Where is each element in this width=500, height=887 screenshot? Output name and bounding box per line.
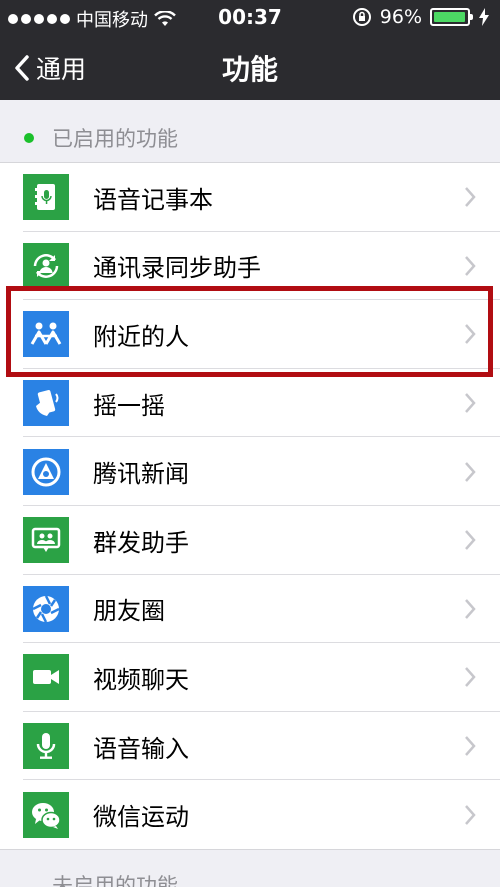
feature-label: 腾讯新闻 bbox=[93, 460, 189, 489]
feature-label: 微信运动 bbox=[93, 803, 189, 832]
chevron-right-icon bbox=[465, 461, 476, 482]
feature-row-voice-notepad[interactable]: 语音记事本 bbox=[0, 163, 500, 232]
page-title: 功能 bbox=[221, 53, 278, 86]
feature-row-voice-input[interactable]: 语音输入 bbox=[0, 712, 500, 781]
feature-row-video-chat[interactable]: 视频聊天 bbox=[0, 643, 500, 712]
charging-bolt-icon bbox=[479, 8, 489, 26]
battery-icon bbox=[430, 8, 473, 26]
section-header-disabled: 未启用的功能 bbox=[52, 874, 178, 887]
feature-row-tencent-news[interactable]: 腾讯新闻 bbox=[0, 437, 500, 506]
feature-row-wechat-sport[interactable]: 微信运动 bbox=[0, 780, 500, 849]
feature-label: 朋友圈 bbox=[93, 597, 165, 626]
shake-icon bbox=[23, 380, 69, 427]
status-bar: 中国移动 00:37 96% bbox=[0, 0, 500, 34]
section-title: 已启用的功能 bbox=[52, 127, 178, 151]
chevron-right-icon bbox=[465, 804, 476, 825]
feature-label: 通讯录同步助手 bbox=[93, 254, 261, 283]
navigation-bar: 通用 功能 bbox=[0, 34, 500, 100]
battery-level bbox=[434, 12, 465, 22]
chevron-right-icon bbox=[465, 667, 476, 688]
feature-row-shake[interactable]: 摇一摇 bbox=[0, 369, 500, 438]
rotation-lock-icon bbox=[352, 8, 371, 26]
chevron-right-icon bbox=[465, 393, 476, 413]
battery-percent: 96% bbox=[379, 6, 422, 28]
section-header-enabled: 已启用的功能 bbox=[0, 118, 500, 158]
chevron-right-icon bbox=[465, 530, 476, 551]
feature-label: 视频聊天 bbox=[93, 665, 189, 694]
video-chat-icon bbox=[23, 654, 69, 701]
feature-label: 摇一摇 bbox=[93, 391, 165, 420]
chevron-right-icon bbox=[465, 736, 476, 756]
chevron-right-icon bbox=[465, 256, 476, 276]
tencent-news-icon bbox=[23, 448, 69, 495]
enabled-features-list: 语音记事本 通讯录同步助手 附近的人 摇一摇 腾讯新闻 群发助手 朋友圈 视频聊… bbox=[0, 162, 500, 850]
feature-label: 语音记事本 bbox=[93, 185, 213, 214]
broadcast-icon bbox=[23, 517, 69, 564]
moments-icon bbox=[23, 585, 69, 632]
chevron-right-icon bbox=[465, 599, 476, 619]
chevron-right-icon bbox=[465, 187, 476, 208]
status-right: 96% bbox=[352, 6, 490, 28]
highlight-box bbox=[6, 286, 493, 377]
voice-input-icon bbox=[23, 723, 69, 770]
feature-label: 群发助手 bbox=[93, 528, 189, 557]
feature-label: 语音输入 bbox=[93, 734, 189, 763]
voice-notepad-icon bbox=[23, 174, 69, 221]
enabled-dot-icon bbox=[24, 133, 34, 143]
feature-row-moments[interactable]: 朋友圈 bbox=[0, 575, 500, 644]
wechat-sport-icon bbox=[23, 791, 69, 838]
contacts-sync-icon bbox=[23, 242, 69, 289]
feature-row-broadcast[interactable]: 群发助手 bbox=[0, 506, 500, 575]
